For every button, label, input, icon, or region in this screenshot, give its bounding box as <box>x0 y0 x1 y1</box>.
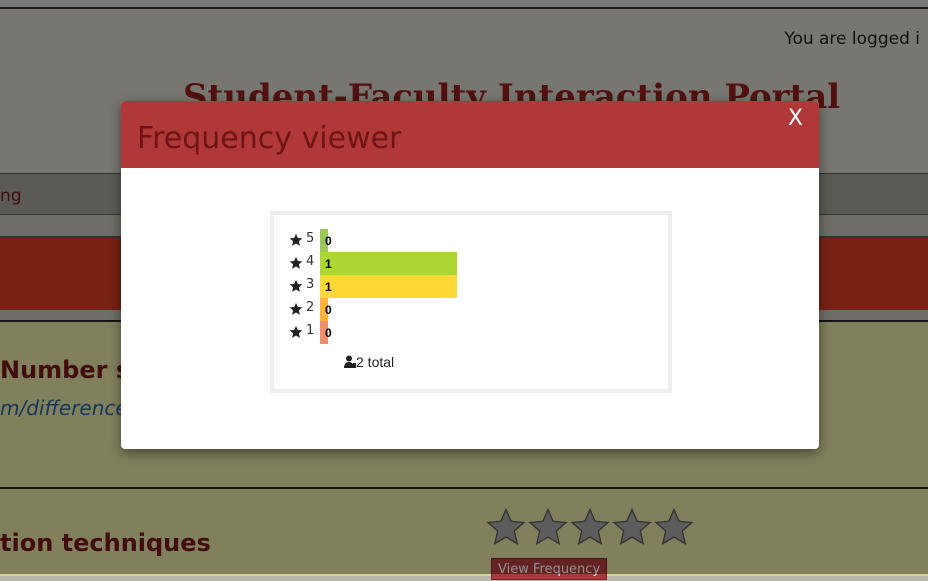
frequency-row: 10 <box>274 321 668 344</box>
frequency-count: 1 <box>325 280 332 294</box>
total-count: 2 total <box>344 354 394 370</box>
frequency-modal: Frequency viewer X 5041312010 2 total <box>121 101 819 449</box>
frequency-row: 41 <box>274 252 668 275</box>
modal-title: Frequency viewer <box>137 121 402 156</box>
user-icon <box>344 355 356 368</box>
close-button[interactable]: X <box>788 106 803 131</box>
frequency-count: 0 <box>325 326 332 340</box>
frequency-row: 31 <box>274 275 668 298</box>
frequency-row: 20 <box>274 298 668 321</box>
frequency-count: 1 <box>325 257 332 271</box>
total-text: 2 total <box>356 354 395 370</box>
star-icon <box>289 302 303 315</box>
star-icon <box>289 279 303 292</box>
star-icon <box>289 256 303 269</box>
star-icon <box>289 233 303 246</box>
rating-label: 4 <box>306 254 315 269</box>
rating-label: 2 <box>306 300 315 315</box>
modal-header: Frequency viewer X <box>121 101 819 168</box>
rating-label: 1 <box>306 323 315 338</box>
frequency-chart: 5041312010 2 total <box>270 211 672 393</box>
frequency-count: 0 <box>325 303 332 317</box>
frequency-row: 50 <box>274 229 668 252</box>
rating-label: 3 <box>306 277 315 292</box>
frequency-bar <box>320 252 457 275</box>
star-icon <box>289 325 303 338</box>
frequency-bar <box>320 275 457 298</box>
rating-label: 5 <box>306 231 315 246</box>
frequency-count: 0 <box>325 234 332 248</box>
